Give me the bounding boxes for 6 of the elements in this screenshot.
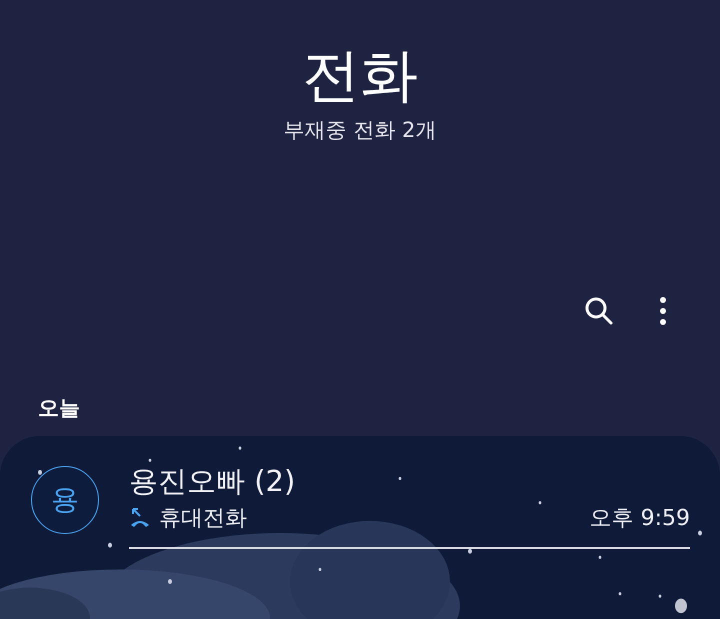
phone-type: 휴대전화 [159, 504, 247, 533]
section-heading: 오늘 [37, 394, 81, 422]
missed-calls-summary: 부재중 전화 2개 [284, 116, 436, 144]
contact-name: 용진오빠 (2) [129, 464, 296, 499]
screen-title: 전화 [302, 44, 418, 108]
call-time: 오후 9:59 [590, 504, 690, 533]
